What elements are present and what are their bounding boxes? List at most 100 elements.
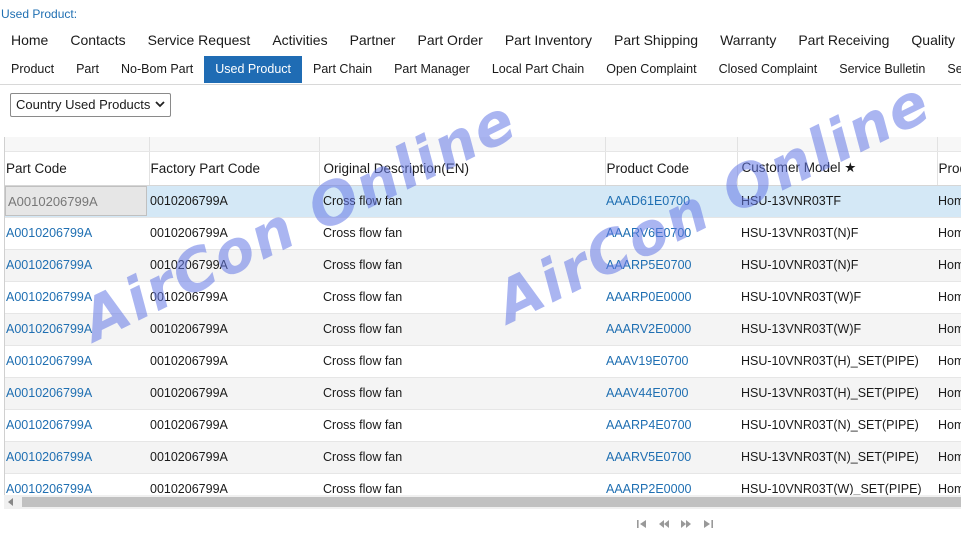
main-tab-contacts[interactable]: Contacts	[59, 26, 136, 54]
product-code-cell[interactable]: AAAD61E0700	[605, 185, 737, 218]
sub-tab-no-bom-part[interactable]: No-Bom Part	[110, 56, 204, 83]
product-cell: Hom	[937, 345, 961, 378]
product-cell: Hom	[937, 313, 961, 346]
column-header[interactable]: Factory Part Code	[149, 151, 320, 186]
main-tab-service-request[interactable]: Service Request	[137, 26, 262, 54]
part-code-cell[interactable]: A0010206799A	[5, 313, 149, 346]
part-code-cell[interactable]: A0010206799A	[5, 249, 149, 282]
part-code-cell[interactable]: A0010206799A	[5, 377, 149, 410]
table-row[interactable]: A0010206799A 0010206799A Cross flow fan AAA…	[5, 185, 961, 218]
sub-tab-open-complaint[interactable]: Open Complaint	[595, 56, 707, 83]
product-code-cell[interactable]: AAARV2E0000	[605, 313, 737, 346]
product-code-cell[interactable]: AAAV44E0700	[605, 377, 737, 410]
product-cell: Hom	[937, 409, 961, 442]
main-tab-activities[interactable]: Activities	[261, 26, 338, 54]
description-cell: Cross flow fan	[319, 217, 605, 250]
horizontal-scrollbar[interactable]	[4, 495, 961, 509]
product-cell: Hom	[937, 249, 961, 282]
sub-tab-part[interactable]: Part	[65, 56, 110, 83]
factory-part-code-cell: 0010206799A	[149, 345, 319, 378]
product-code-cell[interactable]: AAARP0E0000	[605, 281, 737, 314]
main-tab-part-receiving[interactable]: Part Receiving	[787, 26, 900, 54]
column-header[interactable]: Original Description(EN)	[319, 151, 606, 186]
filter-selected-value: Country Used Products	[16, 97, 151, 112]
table-header-spacer	[5, 137, 961, 152]
prev-page-icon[interactable]	[658, 519, 670, 529]
table-row[interactable]: A0010206799A 0010206799A Cross flow fan AAA…	[5, 473, 961, 495]
results-table-wrapper: Part Code Factory Part Code Original Descr…	[4, 137, 961, 495]
table-row[interactable]: A0010206799A 0010206799A Cross flow fan AAA…	[5, 441, 961, 474]
description-cell: Cross flow fan	[319, 249, 605, 282]
main-tab-home[interactable]: Home	[0, 26, 59, 54]
product-code-cell[interactable]: AAAV19E0700	[605, 345, 737, 378]
customer-model-cell: HSU-13VNR03T(H)_SET(PIPE)	[737, 377, 937, 410]
description-cell: Cross flow fan	[319, 409, 605, 442]
chevron-down-icon	[155, 101, 165, 108]
part-code-edit-field[interactable]: A0010206799A	[5, 186, 147, 216]
factory-part-code-cell: 0010206799A	[149, 409, 319, 442]
sub-tab-service[interactable]: Service	[936, 56, 961, 83]
column-header[interactable]: Prod	[937, 151, 961, 186]
description-cell: Cross flow fan	[319, 185, 605, 218]
factory-part-code-cell: 0010206799A	[149, 441, 319, 474]
table-row[interactable]: A0010206799A 0010206799A Cross flow fan AAA…	[5, 281, 961, 314]
table-row[interactable]: A0010206799A 0010206799A Cross flow fan AAA…	[5, 345, 961, 378]
product-code-cell[interactable]: AAARP5E0700	[605, 249, 737, 282]
factory-part-code-cell: 0010206799A	[149, 313, 319, 346]
description-cell: Cross flow fan	[319, 441, 605, 474]
results-table: Part Code Factory Part Code Original Descr…	[5, 137, 961, 495]
main-tab-partner[interactable]: Partner	[339, 26, 407, 54]
customer-model-cell: HSU-10VNR03T(W)F	[737, 281, 937, 314]
factory-part-code-cell: 0010206799A	[149, 185, 319, 218]
factory-part-code-cell: 0010206799A	[149, 249, 319, 282]
customer-model-cell: HSU-13VNR03T(N)F	[737, 217, 937, 250]
table-row[interactable]: A0010206799A 0010206799A Cross flow fan AAA…	[5, 249, 961, 282]
factory-part-code-cell: 0010206799A	[149, 473, 319, 495]
first-page-icon[interactable]	[636, 519, 648, 529]
product-code-cell[interactable]: AAARP2E0000	[605, 473, 737, 495]
product-code-cell[interactable]: AAARP4E0700	[605, 409, 737, 442]
pager	[636, 517, 714, 531]
main-tab-quality[interactable]: Quality	[900, 26, 961, 54]
part-code-cell[interactable]: A0010206799A	[5, 345, 149, 378]
main-tab-warranty[interactable]: Warranty	[709, 26, 787, 54]
table-row[interactable]: A0010206799A 0010206799A Cross flow fan AAA…	[5, 313, 961, 346]
main-tab-part-shipping[interactable]: Part Shipping	[603, 26, 709, 54]
part-code-cell[interactable]: A0010206799A	[5, 185, 149, 218]
part-code-cell[interactable]: A0010206799A	[5, 281, 149, 314]
product-cell: Hom	[937, 441, 961, 474]
description-cell: Cross flow fan	[319, 281, 605, 314]
part-code-cell[interactable]: A0010206799A	[5, 217, 149, 250]
product-code-cell[interactable]: AAARV6E0700	[605, 217, 737, 250]
main-tab-part-order[interactable]: Part Order	[406, 26, 493, 54]
table-row[interactable]: A0010206799A 0010206799A Cross flow fan AAA…	[5, 409, 961, 442]
sub-tab-product[interactable]: Product	[0, 56, 65, 83]
column-header[interactable]: Product Code	[605, 151, 738, 186]
part-code-cell[interactable]: A0010206799A	[5, 409, 149, 442]
table-row[interactable]: A0010206799A 0010206799A Cross flow fan AAA…	[5, 217, 961, 250]
sub-tab-service-bulletin[interactable]: Service Bulletin	[828, 56, 936, 83]
last-page-icon[interactable]	[702, 519, 714, 529]
description-cell: Cross flow fan	[319, 345, 605, 378]
product-cell: Hom	[937, 281, 961, 314]
sub-tab-part-chain[interactable]: Part Chain	[302, 56, 383, 83]
table-row[interactable]: A0010206799A 0010206799A Cross flow fan AAA…	[5, 377, 961, 410]
column-header[interactable]: Customer Model ★	[737, 151, 938, 186]
column-header[interactable]: Part Code	[5, 151, 150, 186]
description-cell: Cross flow fan	[319, 473, 605, 495]
main-tab-part-inventory[interactable]: Part Inventory	[494, 26, 603, 54]
sub-tab-used-product[interactable]: Used Product	[204, 56, 303, 83]
product-cell: Hom	[937, 473, 961, 495]
customer-model-cell: HSU-10VNR03T(H)_SET(PIPE)	[737, 345, 937, 378]
next-page-icon[interactable]	[680, 519, 692, 529]
scrollbar-thumb[interactable]	[22, 497, 961, 507]
part-code-cell[interactable]: A0010206799A	[5, 441, 149, 474]
factory-part-code-cell: 0010206799A	[149, 281, 319, 314]
sub-tab-local-part-chain[interactable]: Local Part Chain	[481, 56, 595, 83]
product-code-cell[interactable]: AAARV5E0700	[605, 441, 737, 474]
part-code-cell[interactable]: A0010206799A	[5, 473, 149, 495]
sub-tab-part-manager[interactable]: Part Manager	[383, 56, 481, 83]
country-filter-select[interactable]: Country Used Products	[10, 93, 171, 117]
sub-tab-closed-complaint[interactable]: Closed Complaint	[708, 56, 829, 83]
scroll-left-icon[interactable]	[8, 498, 13, 506]
